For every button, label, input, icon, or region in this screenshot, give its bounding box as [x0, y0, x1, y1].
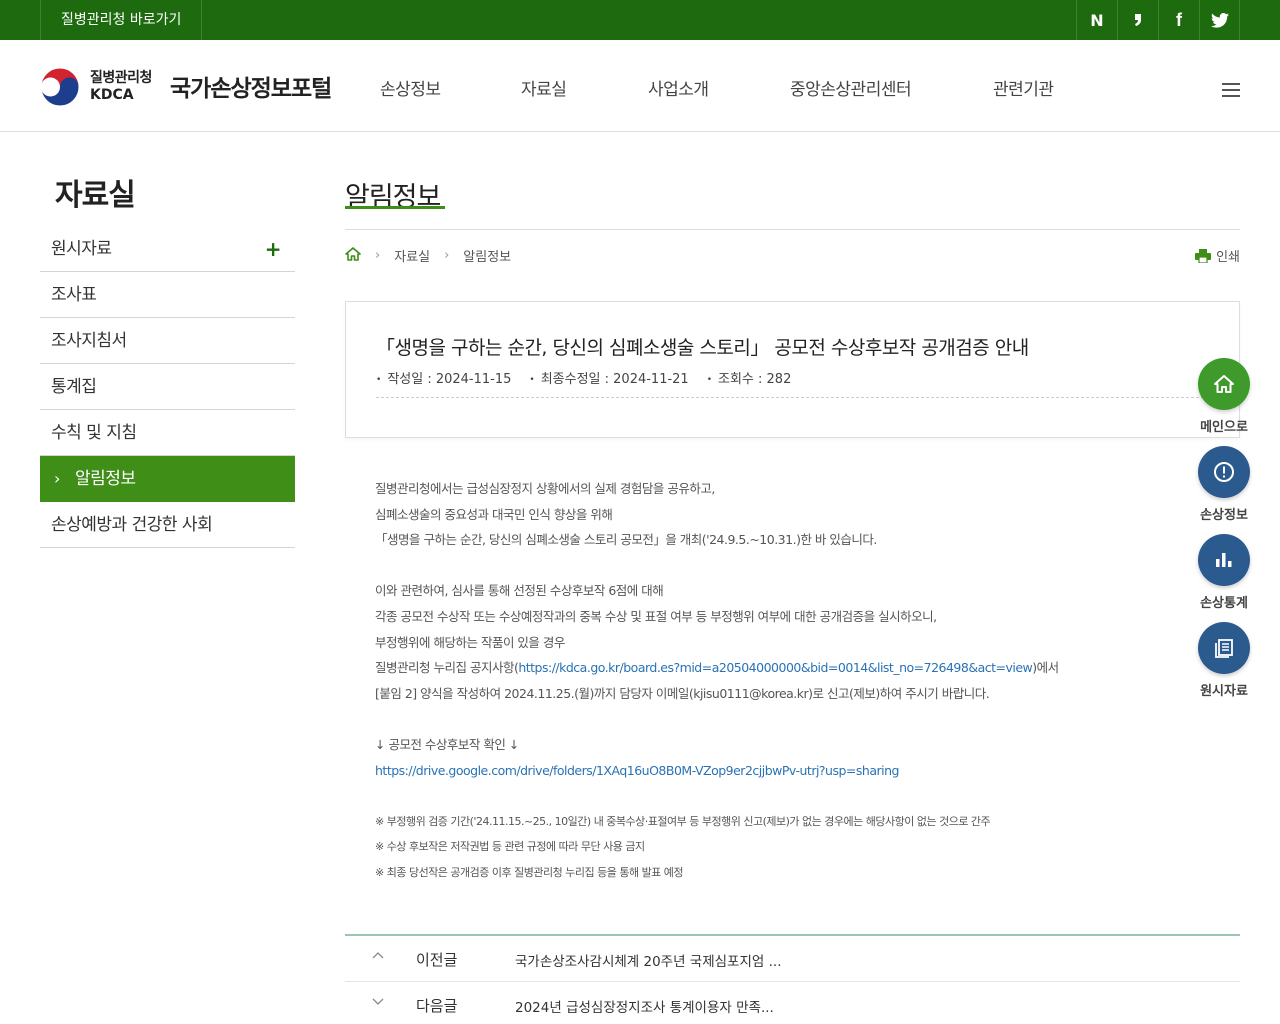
naver-icon[interactable]: N	[1076, 0, 1117, 40]
nav-related-orgs[interactable]: 관련기관	[993, 75, 1054, 100]
post-title: 「생명을 구하는 순간, 당신의 심폐소생술 스토리」 공모전 수상후보작 공개…	[376, 337, 1029, 359]
sidebar-title: 자료실	[55, 178, 136, 213]
quick-main-label: 메인으로	[1200, 420, 1248, 435]
breadcrumb-archive[interactable]: 자료실	[394, 246, 430, 265]
body-text: 부정행위에 해당하는 작품이 있을 경우	[375, 634, 565, 650]
nav-injury-info[interactable]: 손상정보	[380, 75, 441, 100]
document-icon[interactable]	[1198, 622, 1250, 674]
sidebar-item-survey-guide[interactable]: 조사지침서	[40, 318, 295, 364]
body-text: 심폐소생술의 중요성과 대국민 인식 향상을 위해	[375, 506, 613, 522]
post-meta: 작성일 : 2024-11-15 최종수정일 : 2024-11-21 조회수 …	[376, 368, 791, 387]
alert-icon[interactable]	[1198, 446, 1250, 498]
post-created-date: 작성일 : 2024-11-15	[376, 368, 511, 387]
prev-post-title[interactable]: 국가손상조사감시체계 20주년 국제심포지엄 ...	[515, 950, 782, 970]
home-icon[interactable]	[1198, 358, 1250, 410]
title-underline	[345, 206, 445, 209]
body-text-with-link: https://drive.google.com/drive/folders/1…	[375, 758, 1135, 784]
sidebar-item-guidelines[interactable]: 수칙 및 지침	[40, 410, 295, 456]
body-text: 「생명을 구하는 순간, 당신의 심폐소생술 스토리 공모전」을 개최('24.…	[375, 532, 877, 548]
body-text: 질병관리청에서는 급성심장정지 상황에서의 실제 경험담을 공유하고,	[375, 481, 715, 496]
body-text: [붙임 2] 양식을 작성하여 2024.11.25.(월)까지 담당자 이메일…	[375, 685, 990, 701]
divider	[376, 397, 1209, 398]
prev-post-label: 이전글	[416, 951, 458, 969]
body-text-with-link: 질병관리청 누리집 공지사항(https://kdca.go.kr/board.…	[375, 660, 1059, 676]
post-modified-date: 최종수정일 : 2024-11-21	[529, 368, 689, 387]
sidebar-item-prevention[interactable]: 손상예방과 건강한 사회	[40, 502, 295, 548]
post-view-count: 조회수 : 282	[707, 368, 791, 387]
menu-icon[interactable]	[1222, 83, 1240, 97]
top-utility-bar: 질병관리청 바로가기 N f	[0, 0, 1280, 40]
facebook-icon[interactable]: f	[1158, 0, 1199, 40]
breadcrumb-separator-icon: ›	[444, 248, 450, 263]
divider	[345, 229, 1240, 230]
quick-injury-info-label: 손상정보	[1200, 508, 1248, 523]
home-icon[interactable]	[345, 246, 361, 265]
quick-injury-info[interactable]: 손상정보	[1198, 446, 1250, 523]
chevron-up-icon	[371, 948, 385, 966]
expand-plus-icon[interactable]: +	[265, 226, 282, 272]
sidebar-item-label: 손상예방과 건강한 사회	[51, 515, 213, 535]
quick-raw-data-label: 원시자료	[1200, 684, 1248, 699]
site-header: 질병관리청 KDCA 국가손상정보포털 손상정보 자료실 사업소개 중앙손상관리…	[0, 40, 1280, 132]
sidebar-item-label: 조사표	[51, 285, 97, 305]
body-text: 각종 공모전 수상작 또는 수상예정작과의 중복 수상 및 표절 여부 등 부정…	[375, 608, 937, 624]
next-post-label: 다음글	[416, 997, 458, 1015]
post-body: 질병관리청에서는 급성심장정지 상황에서의 실제 경험담을 공유하고, 심폐소생…	[375, 476, 1135, 886]
nav-business[interactable]: 사업소개	[648, 75, 709, 100]
drive-link[interactable]: https://drive.google.com/drive/folders/1…	[375, 763, 899, 778]
sidebar-item-survey-form[interactable]: 조사표	[40, 272, 295, 318]
chevron-down-icon	[371, 994, 385, 1012]
sns-links: N f	[1076, 0, 1240, 40]
next-post-row[interactable]: 다음글 2024년 급성심장정지조사 통계이용자 만족...	[345, 982, 1240, 1024]
quick-injury-stats[interactable]: 손상통계	[1198, 534, 1250, 611]
sidebar-item-label: 원시자료	[51, 239, 112, 259]
chevron-right-icon: ›	[54, 469, 60, 488]
next-post-title[interactable]: 2024년 급성심장정지조사 통계이용자 만족...	[515, 996, 774, 1016]
logo-org-name[interactable]: 질병관리청	[90, 67, 152, 87]
nav-central-center[interactable]: 중앙손상관리센터	[790, 75, 912, 100]
body-note: ※ 수상 후보작은 저작권법 등 관련 규정에 따라 무단 사용 금지	[375, 840, 645, 854]
sidebar-item-notices[interactable]: › 알림정보	[40, 456, 295, 502]
post-header: 「생명을 구하는 순간, 당신의 심폐소생술 스토리」 공모전 수상후보작 공개…	[345, 301, 1240, 438]
body-note: ※ 부정행위 검증 기간('24.11.15.~25., 10일간) 내 중복수…	[375, 814, 991, 828]
sidebar-item-label: 통계집	[51, 377, 97, 397]
sidebar-item-raw-data[interactable]: 원시자료 +	[40, 226, 295, 272]
printer-icon	[1195, 248, 1212, 263]
sidebar-item-label: 조사지침서	[51, 331, 127, 351]
logo-org-abbr[interactable]: KDCA	[90, 87, 134, 103]
body-note: ※ 최종 당선작은 공개검증 이후 질병관리청 누리집 등을 통해 발표 예정	[375, 865, 684, 879]
nav-archive[interactable]: 자료실	[521, 75, 567, 100]
breadcrumb-notices[interactable]: 알림정보	[463, 246, 511, 265]
body-text: ↓ 공모전 수상후보작 확인 ↓	[375, 736, 519, 752]
body-text: 이와 관련하여, 심사를 통해 선정된 수상후보작 6점에 대해	[375, 583, 664, 599]
sidebar-item-label: 알림정보	[75, 469, 136, 489]
kdca-shortcut-link[interactable]: 질병관리청 바로가기	[40, 0, 203, 40]
portal-title[interactable]: 국가손상정보포털	[170, 69, 332, 103]
twitter-icon[interactable]	[1199, 0, 1240, 40]
print-button[interactable]: 인쇄	[1195, 246, 1240, 265]
prev-post-row[interactable]: 이전글 국가손상조사감시체계 20주년 국제심포지엄 ...	[345, 936, 1240, 982]
sidebar-nav: 원시자료 + 조사표 조사지침서 통계집 수칙 및 지침 › 알림정보 손상예방…	[40, 226, 295, 548]
kdca-emblem-icon[interactable]	[40, 67, 80, 107]
quick-main[interactable]: 메인으로	[1198, 358, 1250, 435]
sidebar-item-statistics[interactable]: 통계집	[40, 364, 295, 410]
notice-link[interactable]: https://kdca.go.kr/board.es?mid=a2050400…	[518, 660, 1032, 675]
quick-raw-data[interactable]: 원시자료	[1198, 622, 1250, 699]
blog-icon[interactable]	[1117, 0, 1158, 40]
quick-injury-stats-label: 손상통계	[1200, 596, 1248, 611]
sidebar-item-label: 수칙 및 지침	[51, 423, 137, 443]
print-label: 인쇄	[1216, 250, 1240, 265]
bar-chart-icon[interactable]	[1198, 534, 1250, 586]
breadcrumb: › 자료실 › 알림정보	[345, 246, 511, 265]
breadcrumb-separator-icon: ›	[375, 248, 381, 263]
